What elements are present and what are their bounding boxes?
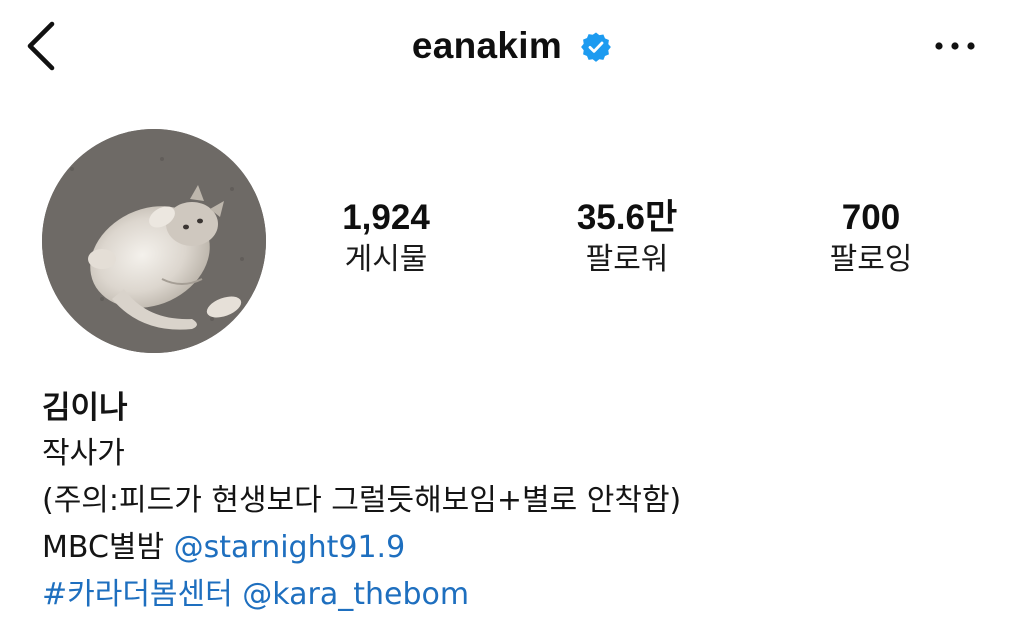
- bio-line-links: #카라더봄센터 @kara_thebom: [42, 571, 1002, 618]
- following-label: 팔로잉: [829, 242, 913, 277]
- title-group: eanakim: [0, 22, 1024, 70]
- profile-avatar[interactable]: [42, 129, 266, 353]
- starnight-mention-link[interactable]: @starnight91.9: [174, 530, 406, 565]
- profile-bio: 김이나 작사가 (주의:피드가 현생보다 그럴듯해보임+별로 안착함) MBC별…: [42, 386, 1002, 618]
- followers-label: 팔로워: [585, 242, 669, 277]
- bio-line-program: MBC별밤 @starnight91.9: [42, 524, 1002, 571]
- cat-photo: [42, 129, 266, 353]
- following-stat[interactable]: 700 팔로잉: [781, 196, 961, 280]
- verified-badge-icon: [580, 31, 612, 63]
- following-count: 700: [841, 198, 901, 237]
- display-name: 김이나: [42, 390, 128, 426]
- profile-page: eanakim 1,924 게시물 35.6만 팔로워 700 팔로잉 김이나 …: [0, 0, 1024, 618]
- profile-category: 작사가: [42, 436, 125, 471]
- kara-mention-link[interactable]: @kara_thebom: [242, 577, 469, 612]
- profile-header: eanakim: [0, 0, 1024, 92]
- username-title: eanakim: [411, 25, 563, 66]
- followers-stat[interactable]: 35.6만 팔로워: [537, 196, 717, 280]
- followers-count: 35.6만: [576, 198, 678, 237]
- more-horizontal-icon: [935, 42, 975, 50]
- hashtag-link[interactable]: #카라더봄센터: [42, 577, 233, 612]
- program-text: MBC별밤: [42, 530, 174, 565]
- bio-text: (주의:피드가 현생보다 그럴듯해보임+별로 안착함): [42, 483, 682, 518]
- posts-count: 1,924: [342, 198, 430, 237]
- more-options-button[interactable]: [928, 28, 982, 64]
- posts-label: 게시물: [344, 242, 428, 277]
- posts-stat[interactable]: 1,924 게시물: [296, 196, 476, 280]
